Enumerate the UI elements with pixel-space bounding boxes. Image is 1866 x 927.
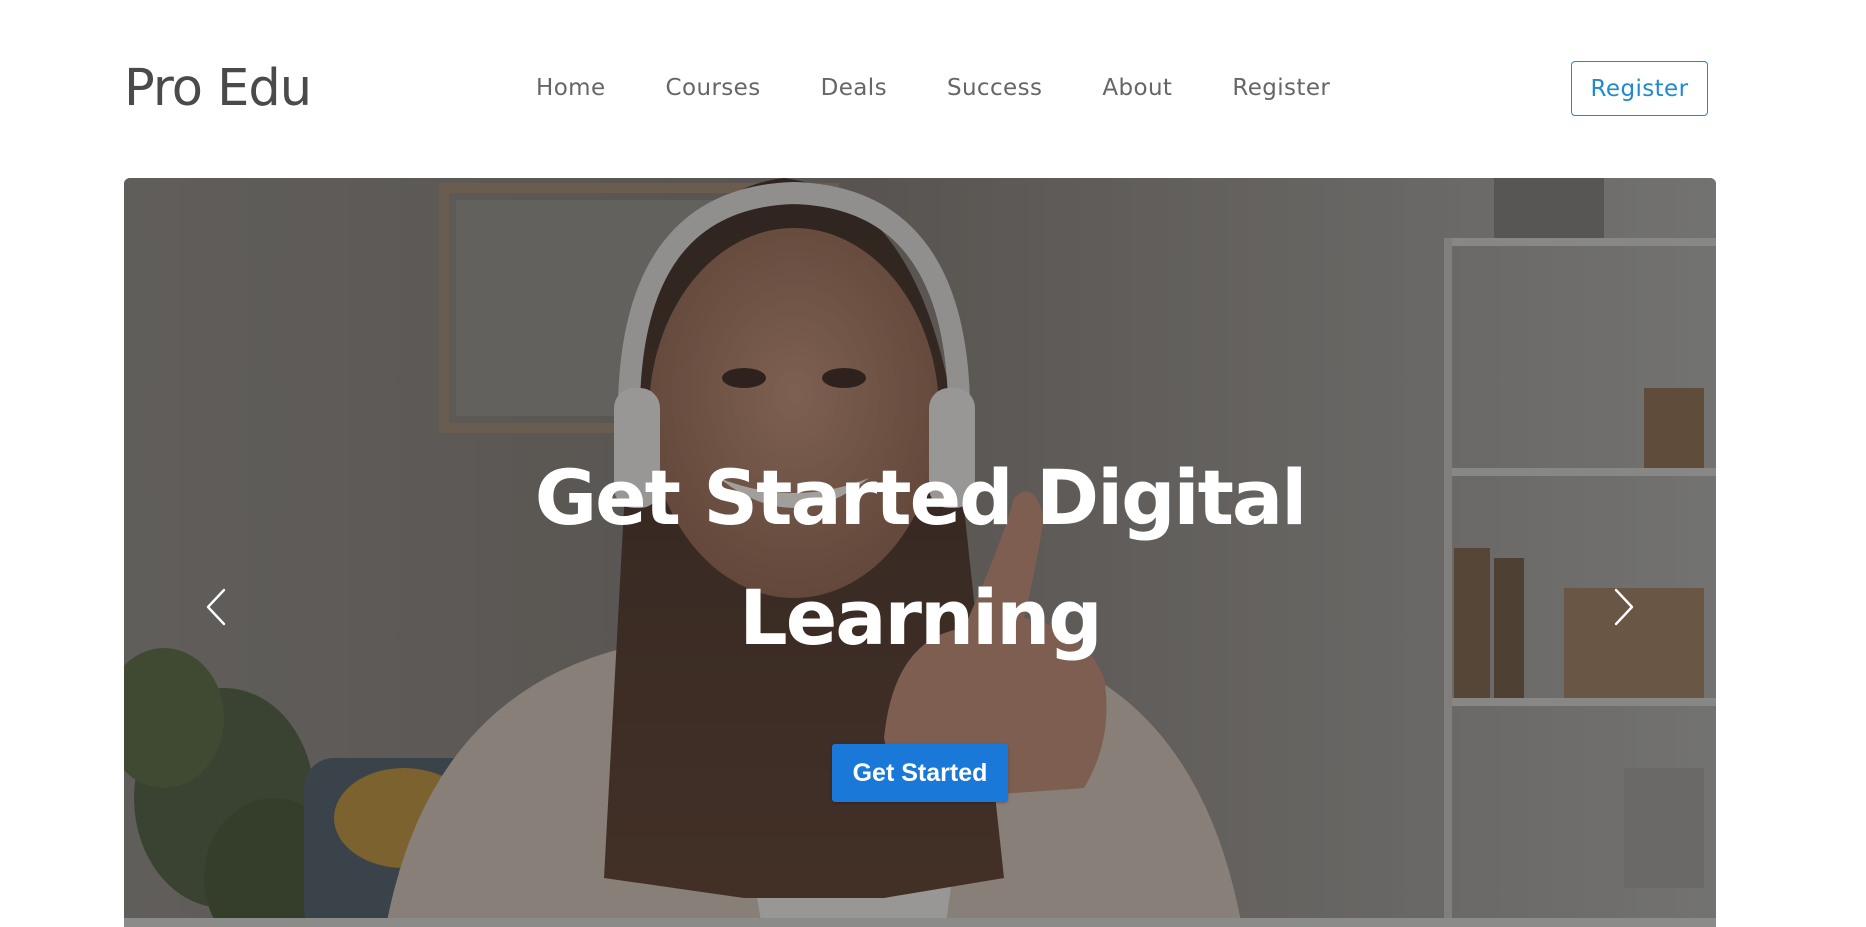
carousel-next-button[interactable]	[1604, 582, 1644, 632]
nav-success[interactable]: Success	[947, 75, 1042, 101]
hero-carousel: Get Started Digital Learning Get Started	[124, 178, 1716, 927]
register-button[interactable]: Register	[1571, 61, 1708, 116]
nav-register[interactable]: Register	[1232, 75, 1330, 101]
nav-home[interactable]: Home	[536, 75, 606, 101]
logo[interactable]: Pro Edu	[124, 54, 312, 124]
page: Pro Edu Home Courses Deals Success About…	[0, 0, 1866, 927]
main-nav: Home Courses Deals Success About Registe…	[536, 70, 1330, 106]
carousel-prev-button[interactable]	[196, 582, 236, 632]
hero-title: Get Started Digital Learning	[534, 453, 1308, 662]
get-started-button[interactable]: Get Started	[832, 744, 1008, 802]
site-header: Pro Edu Home Courses Deals Success About…	[0, 0, 1866, 178]
nav-courses[interactable]: Courses	[666, 75, 761, 101]
nav-deals[interactable]: Deals	[821, 75, 887, 101]
nav-about[interactable]: About	[1102, 75, 1172, 101]
chevron-left-icon	[205, 588, 227, 626]
chevron-right-icon	[1613, 588, 1635, 626]
